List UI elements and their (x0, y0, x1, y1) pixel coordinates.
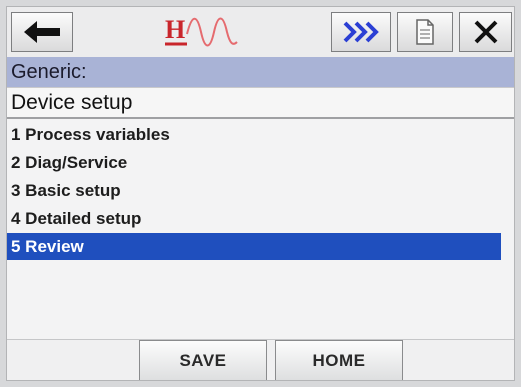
left-arrow-icon (24, 21, 60, 43)
close-button[interactable] (459, 12, 512, 52)
app-logo: H (157, 11, 247, 53)
home-button[interactable]: HOME (275, 340, 403, 380)
document-button[interactable] (397, 12, 453, 52)
menu-item-detailed-setup[interactable]: 4 Detailed setup (7, 205, 501, 232)
menu-item-review[interactable]: 5 Review (7, 233, 501, 260)
menu-item-process-variables[interactable]: 1 Process variables (7, 121, 501, 148)
close-x-icon (474, 20, 497, 44)
page-title: Generic: (7, 57, 514, 87)
menu-list: 1 Process variables 2 Diag/Service 3 Bas… (7, 121, 514, 261)
next-page-button[interactable] (331, 12, 391, 52)
device-screen: H Generic: Device setup 1 Process variab… (6, 6, 515, 381)
logo-letter: H (165, 15, 185, 44)
menu-item-basic-setup[interactable]: 3 Basic setup (7, 177, 501, 204)
document-icon (416, 19, 434, 45)
save-button[interactable]: SAVE (139, 340, 267, 380)
bottom-bar: SAVE HOME (7, 339, 514, 380)
menu-item-diag-service[interactable]: 2 Diag/Service (7, 149, 501, 176)
double-chevron-right-icon (343, 21, 379, 43)
toolbar: H (7, 7, 514, 57)
back-button[interactable] (11, 12, 73, 52)
page-subtitle: Device setup (7, 87, 514, 119)
hart-logo-icon: H (165, 15, 238, 47)
